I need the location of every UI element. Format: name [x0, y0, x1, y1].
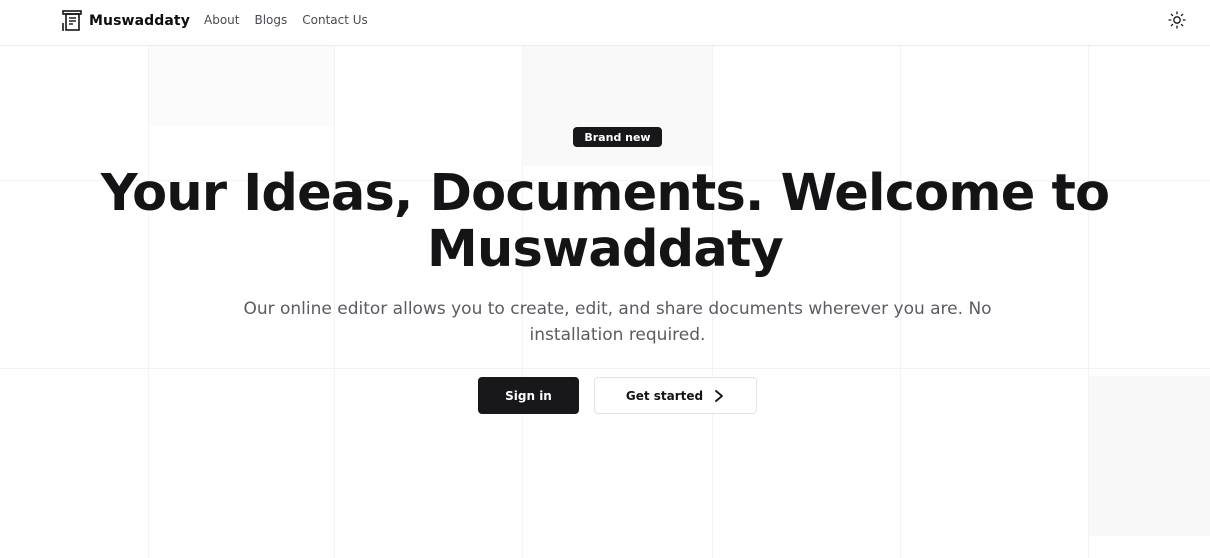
- document-logo-icon: [62, 10, 82, 32]
- sign-in-button[interactable]: Sign in: [478, 377, 579, 414]
- chevron-right-icon: [713, 389, 725, 403]
- page: Muswaddaty About Blogs Contact Us Brand …: [0, 0, 1210, 558]
- brand-logo-link[interactable]: Muswaddaty: [62, 9, 190, 33]
- sign-in-label: Sign in: [505, 388, 552, 403]
- top-navbar: Muswaddaty About Blogs Contact Us: [0, 0, 1210, 46]
- main-nav: About Blogs Contact Us: [204, 13, 368, 27]
- nav-link-blogs[interactable]: Blogs: [254, 13, 287, 27]
- hero-subtitle: Our online editor allows you to create, …: [243, 299, 992, 345]
- brand-new-badge: Brand new: [573, 127, 662, 147]
- nav-link-about[interactable]: About: [204, 13, 239, 27]
- get-started-label: Get started: [625, 388, 704, 403]
- theme-toggle-button[interactable]: [1166, 11, 1188, 33]
- hero-title-line-1: Your Ideas, Documents. Welcome to: [100, 164, 1110, 223]
- brand-name: Muswaddaty: [89, 13, 190, 29]
- sun-icon: [1168, 11, 1186, 33]
- hero-title-line-2: Muswaddaty: [427, 220, 784, 279]
- get-started-button[interactable]: Get started: [594, 377, 757, 414]
- nav-link-contact-us[interactable]: Contact Us: [302, 13, 368, 27]
- hero-title: Your Ideas, Documents. Welcome to Muswad…: [0, 166, 1210, 278]
